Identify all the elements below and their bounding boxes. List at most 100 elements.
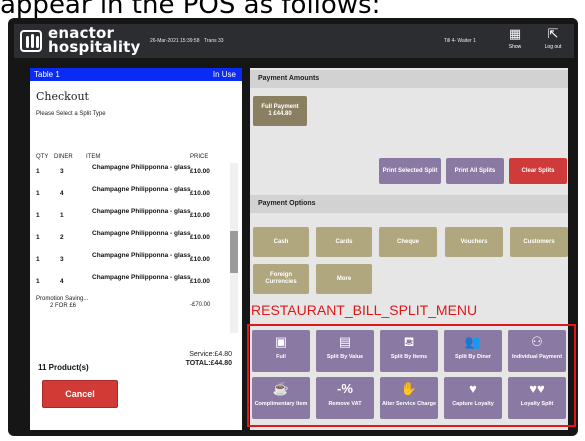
tile-label: Capture Loyalty	[452, 401, 494, 407]
totals: Service:£4.80 TOTAL:£44.80	[186, 350, 232, 368]
show-label: Show	[508, 44, 522, 50]
line-item: Champagne Philipponna - glass	[92, 164, 191, 171]
order-line[interactable]: 1 3 Champagne Philipponna - glass £10.00	[30, 164, 230, 182]
enactor-logo-icon	[20, 30, 42, 52]
line-item: Champagne Philipponna - glass	[92, 186, 191, 193]
split-by-diner-button[interactable]: 👥 Split By Diner	[444, 330, 502, 372]
cancel-button[interactable]: Cancel	[42, 380, 118, 408]
more-button[interactable]: More	[316, 264, 372, 294]
column-item: ITEM	[86, 154, 101, 160]
tile-label: Split By Diner	[454, 354, 492, 360]
tile-label: Full	[276, 354, 286, 360]
split-by-items-button[interactable]: ⛾ Split By Items	[380, 330, 438, 372]
table-status: In Use	[212, 70, 236, 79]
remove-vat-icon: -%	[337, 381, 353, 396]
tile-label: Alter Service Charge	[381, 401, 437, 407]
split-by-items-icon: ⛾	[403, 334, 415, 349]
complimentary-item-button[interactable]: ☕ Complimentary Item	[252, 377, 310, 419]
line-price: £10.00	[190, 256, 210, 263]
caption-text: appear in the POS as follows:	[0, 0, 381, 20]
logout-icon: ⇱	[547, 27, 559, 42]
line-diner: 3	[60, 168, 64, 175]
column-diner: DINER	[54, 154, 73, 160]
print-all-splits-button[interactable]: Print All Splits	[446, 158, 504, 184]
tile-label: Remove VAT	[328, 401, 362, 407]
line-qty: 1	[36, 278, 40, 285]
line-diner: 4	[60, 190, 64, 197]
line-item: Champagne Philipponna - glass	[92, 252, 191, 259]
line-qty: 1	[36, 234, 40, 241]
remove-vat-button[interactable]: -% Remove VAT	[316, 377, 374, 419]
foreign-currencies-button[interactable]: Foreign Currencies	[253, 264, 309, 294]
order-scrollbar-thumb[interactable]	[230, 231, 238, 273]
split-by-value-icon: ▤	[338, 334, 352, 349]
product-count: 11 Product(s)	[38, 363, 89, 372]
top-bar: enactor hospitality 26-Mar-2021 15:39:58…	[14, 24, 574, 58]
line-diner: 2	[60, 234, 64, 241]
order-line[interactable]: 1 2 Champagne Philipponna - glass £10.00	[30, 230, 230, 248]
individual-payment-button[interactable]: ⚇ Individual Payment	[508, 330, 566, 372]
tile-label: Individual Payment	[511, 354, 563, 360]
tile-label: Split By Items	[390, 354, 428, 360]
split-by-diner-icon: 👥	[464, 334, 482, 349]
loyalty-split-button[interactable]: ♥♥ Loyalty Split	[508, 377, 566, 419]
table-header[interactable]: Table 1 In Use	[30, 68, 242, 81]
loyalty-split-icon: ♥♥	[529, 381, 545, 396]
line-diner: 4	[60, 278, 64, 285]
line-item: Champagne Philipponna - glass	[92, 274, 191, 281]
order-line[interactable]: 1 4 Champagne Philipponna - glass £10.00	[30, 186, 230, 204]
grid-icon: ▦	[508, 27, 522, 42]
show-button[interactable]: ▦ Show	[500, 27, 530, 51]
payment-options-header: Payment Options	[250, 195, 568, 213]
vouchers-button[interactable]: Vouchers	[445, 227, 503, 257]
column-qty: QTY	[36, 154, 49, 160]
split-menu-annotation: RESTAURANT_BILL_SPLIT_MENU	[251, 302, 478, 318]
individual-payment-icon: ⚇	[531, 334, 543, 349]
column-price: PRICE	[190, 154, 209, 160]
line-qty: 1	[36, 190, 40, 197]
clear-splits-button[interactable]: Clear Splits	[509, 158, 567, 184]
full-payment-button[interactable]: Full Payment 1 £44.80	[253, 96, 307, 126]
service-charge: Service:£4.80	[189, 351, 232, 358]
transaction-number: Trans 33	[204, 38, 224, 44]
customers-button[interactable]: Customers	[510, 227, 568, 257]
line-price: £10.00	[190, 168, 210, 175]
print-selected-split-button[interactable]: Print Selected Split	[379, 158, 441, 184]
tile-label: Complimentary Item	[254, 401, 308, 407]
split-full-button[interactable]: ▣ Full	[252, 330, 310, 372]
full-payment-value: 1 £44.80	[268, 111, 292, 117]
order-panel: Table 1 In Use Checkout Please Select a …	[30, 68, 242, 430]
table-name: Table 1	[34, 70, 60, 79]
capture-loyalty-icon: ♥	[469, 381, 477, 396]
line-diner: 1	[60, 212, 64, 219]
line-price: £10.00	[190, 234, 210, 241]
line-qty: 1	[36, 212, 40, 219]
cash-button[interactable]: Cash	[253, 227, 309, 257]
alter-service-charge-button[interactable]: ✋ Alter Service Charge	[380, 377, 438, 419]
order-line[interactable]: 1 3 Champagne Philipponna - glass £10.00	[30, 252, 230, 270]
split-by-value-button[interactable]: ▤ Split By Value	[316, 330, 374, 372]
line-price: £10.00	[190, 190, 210, 197]
order-line[interactable]: 1 1 Champagne Philipponna - glass £10.00	[30, 208, 230, 226]
till-operator: Till 4- Waiter 1	[444, 38, 476, 44]
line-item: Champagne Philipponna - glass	[92, 230, 191, 237]
order-total: TOTAL:£44.80	[185, 360, 232, 367]
capture-loyalty-button[interactable]: ♥ Capture Loyalty	[444, 377, 502, 419]
alter-service-charge-icon: ✋	[400, 381, 418, 396]
split-instruction: Please Select a Split Type	[36, 111, 106, 117]
order-line[interactable]: 1 4 Champagne Philipponna - glass £10.00	[30, 274, 230, 292]
cards-button[interactable]: Cards	[316, 227, 372, 257]
logout-button[interactable]: ⇱ Log out	[538, 27, 568, 51]
line-item: Champagne Philipponna - glass	[92, 208, 191, 215]
logout-label: Log out	[544, 44, 562, 50]
promotion-price: -£70.00	[190, 302, 211, 308]
page-title: Checkout	[36, 90, 89, 103]
line-price: £10.00	[190, 212, 210, 219]
line-qty: 1	[36, 256, 40, 263]
payment-amounts-header: Payment Amounts	[250, 70, 568, 88]
tile-label: Split By Value	[326, 354, 364, 360]
promotion-line: Promotion Saving... 2 FOR £6 -£70.00	[36, 296, 230, 318]
cheque-button[interactable]: Cheque	[379, 227, 437, 257]
app-logo: enactor hospitality	[48, 26, 141, 55]
line-price: £10.00	[190, 278, 210, 285]
